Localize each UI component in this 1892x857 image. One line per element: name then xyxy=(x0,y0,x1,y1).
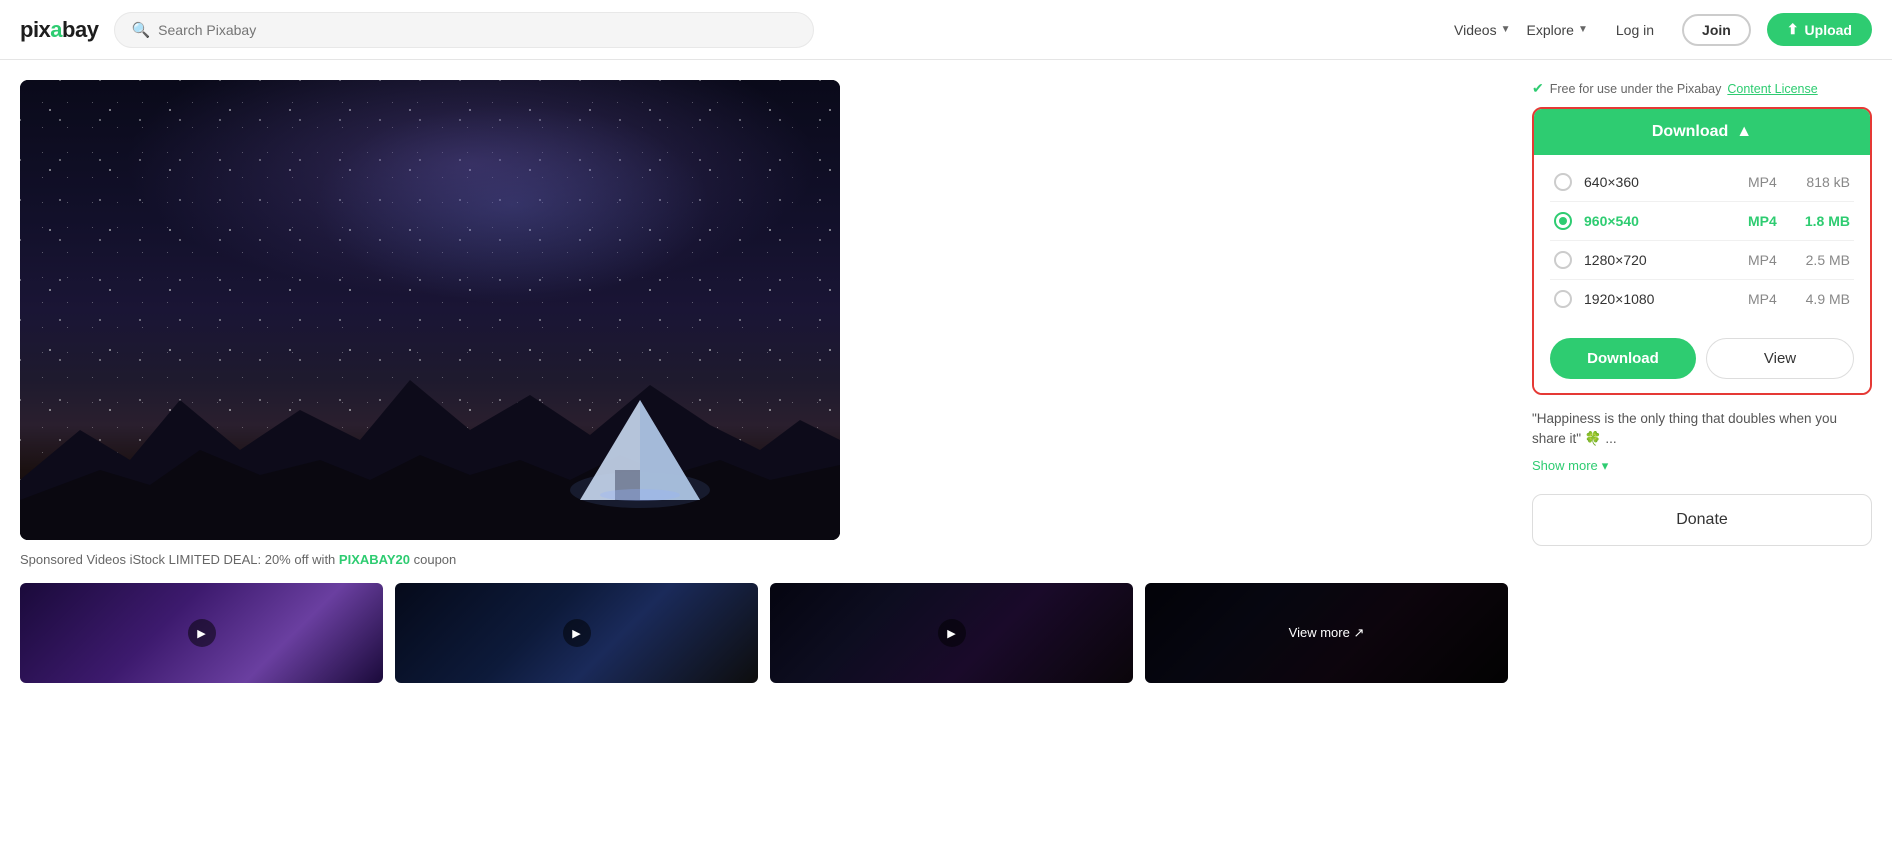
view-button[interactable]: View xyxy=(1706,338,1854,379)
thumbnail-2[interactable]: ▶ xyxy=(395,583,758,683)
radio-1920[interactable] xyxy=(1554,290,1572,308)
resolution-1280: 1280×720 xyxy=(1584,252,1736,268)
logo[interactable]: pixabay xyxy=(20,17,98,43)
chevron-down-icon: ▼ xyxy=(1578,24,1588,35)
chevron-up-icon: ▲ xyxy=(1736,123,1752,141)
option-row-4[interactable]: 1920×1080 MP4 4.9 MB xyxy=(1550,280,1854,318)
search-icon: 🔍 xyxy=(131,21,150,39)
content-area: Sponsored Videos iStock LIMITED DEAL: 20… xyxy=(20,80,1508,683)
coupon-code[interactable]: PIXABAY20 xyxy=(339,552,410,567)
size-1920: 4.9 MB xyxy=(1800,291,1850,307)
nav-right: Videos ▼ Explore ▼ Log in Join ⬆ Upload xyxy=(1454,13,1872,46)
video-icon-3: ▶ xyxy=(938,619,966,647)
format-640: MP4 xyxy=(1748,174,1788,190)
view-more-label: View more ↗ xyxy=(1145,583,1508,683)
thumbnail-1[interactable]: ▶ xyxy=(20,583,383,683)
video-icon-1: ▶ xyxy=(188,619,216,647)
resolution-960: 960×540 xyxy=(1584,213,1736,229)
chevron-down-icon: ▾ xyxy=(1602,458,1609,474)
format-1280: MP4 xyxy=(1748,252,1788,268)
main-image xyxy=(20,80,840,540)
radio-640[interactable] xyxy=(1554,173,1572,191)
license-bar: ✔ Free for use under the Pixabay Content… xyxy=(1532,80,1872,97)
radio-960[interactable] xyxy=(1554,212,1572,230)
header: pixabay 🔍 Videos ▼ Explore ▼ Log in Join… xyxy=(0,0,1892,60)
donate-button[interactable]: Donate xyxy=(1532,494,1872,546)
explore-dropdown[interactable]: Explore ▼ xyxy=(1527,22,1588,38)
thumbnail-3[interactable]: ▶ xyxy=(770,583,1133,683)
tent xyxy=(560,390,720,510)
content-license-link[interactable]: Content License xyxy=(1727,82,1817,96)
download-toggle-button[interactable]: Download ▲ xyxy=(1534,109,1870,155)
sponsored-text: Sponsored Videos iStock LIMITED DEAL: 20… xyxy=(20,552,1508,567)
search-input[interactable] xyxy=(158,22,797,38)
resolution-640: 640×360 xyxy=(1584,174,1736,190)
search-bar[interactable]: 🔍 xyxy=(114,12,814,48)
radio-1280[interactable] xyxy=(1554,251,1572,269)
chevron-down-icon: ▼ xyxy=(1501,24,1511,35)
description-text: "Happiness is the only thing that double… xyxy=(1532,409,1872,450)
option-row-3[interactable]: 1280×720 MP4 2.5 MB xyxy=(1550,241,1854,280)
main-layout: Sponsored Videos iStock LIMITED DEAL: 20… xyxy=(0,60,1892,703)
login-button[interactable]: Log in xyxy=(1604,16,1666,44)
format-960: MP4 xyxy=(1748,213,1788,229)
media-type-dropdown[interactable]: Videos ▼ xyxy=(1454,22,1510,38)
thumbnail-viewmore[interactable]: View more ↗ xyxy=(1145,583,1508,683)
show-more-button[interactable]: Show more ▾ xyxy=(1532,458,1872,474)
download-panel: Download ▲ 640×360 MP4 818 kB 960×540 MP… xyxy=(1532,107,1872,395)
size-1280: 2.5 MB xyxy=(1800,252,1850,268)
size-960: 1.8 MB xyxy=(1800,213,1850,229)
size-640: 818 kB xyxy=(1800,174,1850,190)
format-1920: MP4 xyxy=(1748,291,1788,307)
night-sky-image xyxy=(20,80,840,540)
upload-icon: ⬆ xyxy=(1787,21,1799,38)
join-button[interactable]: Join xyxy=(1682,14,1751,46)
milky-way xyxy=(20,80,840,356)
option-row-1[interactable]: 640×360 MP4 818 kB xyxy=(1550,163,1854,202)
resolution-1920: 1920×1080 xyxy=(1584,291,1736,307)
download-actions: Download View xyxy=(1534,330,1870,393)
upload-button[interactable]: ⬆ Upload xyxy=(1767,13,1872,46)
option-row-2[interactable]: 960×540 MP4 1.8 MB xyxy=(1550,202,1854,241)
sidebar: ✔ Free for use under the Pixabay Content… xyxy=(1532,80,1872,683)
thumbnails-row: ▶ ▶ ▶ View more ↗ xyxy=(20,583,1508,683)
checkmark-icon: ✔ xyxy=(1532,80,1544,97)
download-button[interactable]: Download xyxy=(1550,338,1696,379)
video-icon-2: ▶ xyxy=(563,619,591,647)
download-options: 640×360 MP4 818 kB 960×540 MP4 1.8 MB 12… xyxy=(1534,155,1870,330)
